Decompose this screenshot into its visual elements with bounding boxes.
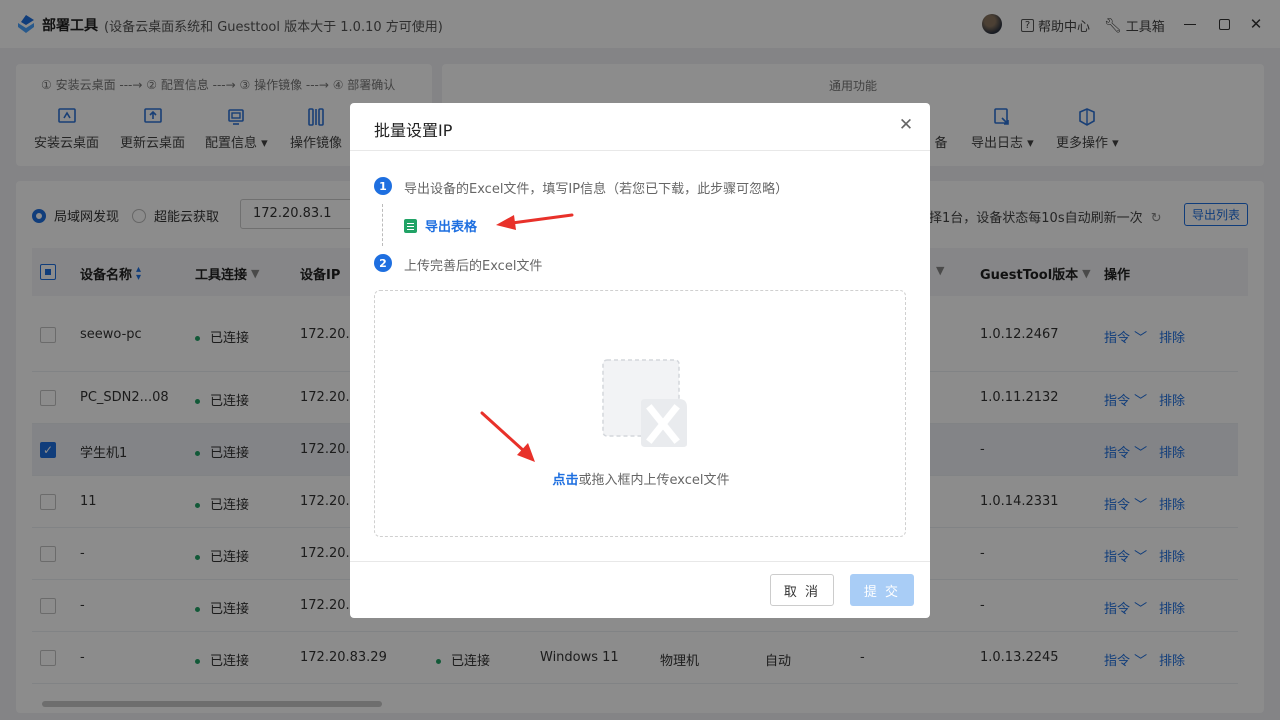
divider <box>350 150 930 151</box>
excel-upload-dropzone[interactable]: 点击或拖入框内上传excel文件 <box>374 290 906 537</box>
submit-button[interactable]: 提 交 <box>850 574 914 606</box>
batch-set-ip-dialog: 批量设置IP ✕ 1 导出设备的Excel文件，填写IP信息（若您已下载，此步骤… <box>350 103 930 618</box>
upload-hint: 点击或拖入框内上传excel文件 <box>375 469 907 488</box>
close-icon: ✕ <box>898 115 914 135</box>
dialog-title: 批量设置IP <box>374 121 453 140</box>
export-sheet-link[interactable]: 导出表格 <box>404 216 477 235</box>
step-2-badge: 2 <box>374 254 392 272</box>
step-2-text: 上传完善后的Excel文件 <box>404 259 543 274</box>
cancel-button[interactable]: 取 消 <box>770 574 834 606</box>
step-connector <box>382 204 383 246</box>
step-1-text: 导出设备的Excel文件，填写IP信息（若您已下载，此步骤可忽略） <box>404 182 789 197</box>
divider <box>350 561 930 562</box>
excel-file-icon <box>602 359 687 447</box>
step-1-badge: 1 <box>374 177 392 195</box>
spreadsheet-icon <box>404 218 417 233</box>
upload-click-link[interactable]: 点击 <box>552 473 578 488</box>
upload-hint-text: 或拖入框内上传excel文件 <box>578 473 730 488</box>
dialog-close-button[interactable]: ✕ <box>898 115 914 135</box>
export-sheet-label: 导出表格 <box>425 220 478 235</box>
